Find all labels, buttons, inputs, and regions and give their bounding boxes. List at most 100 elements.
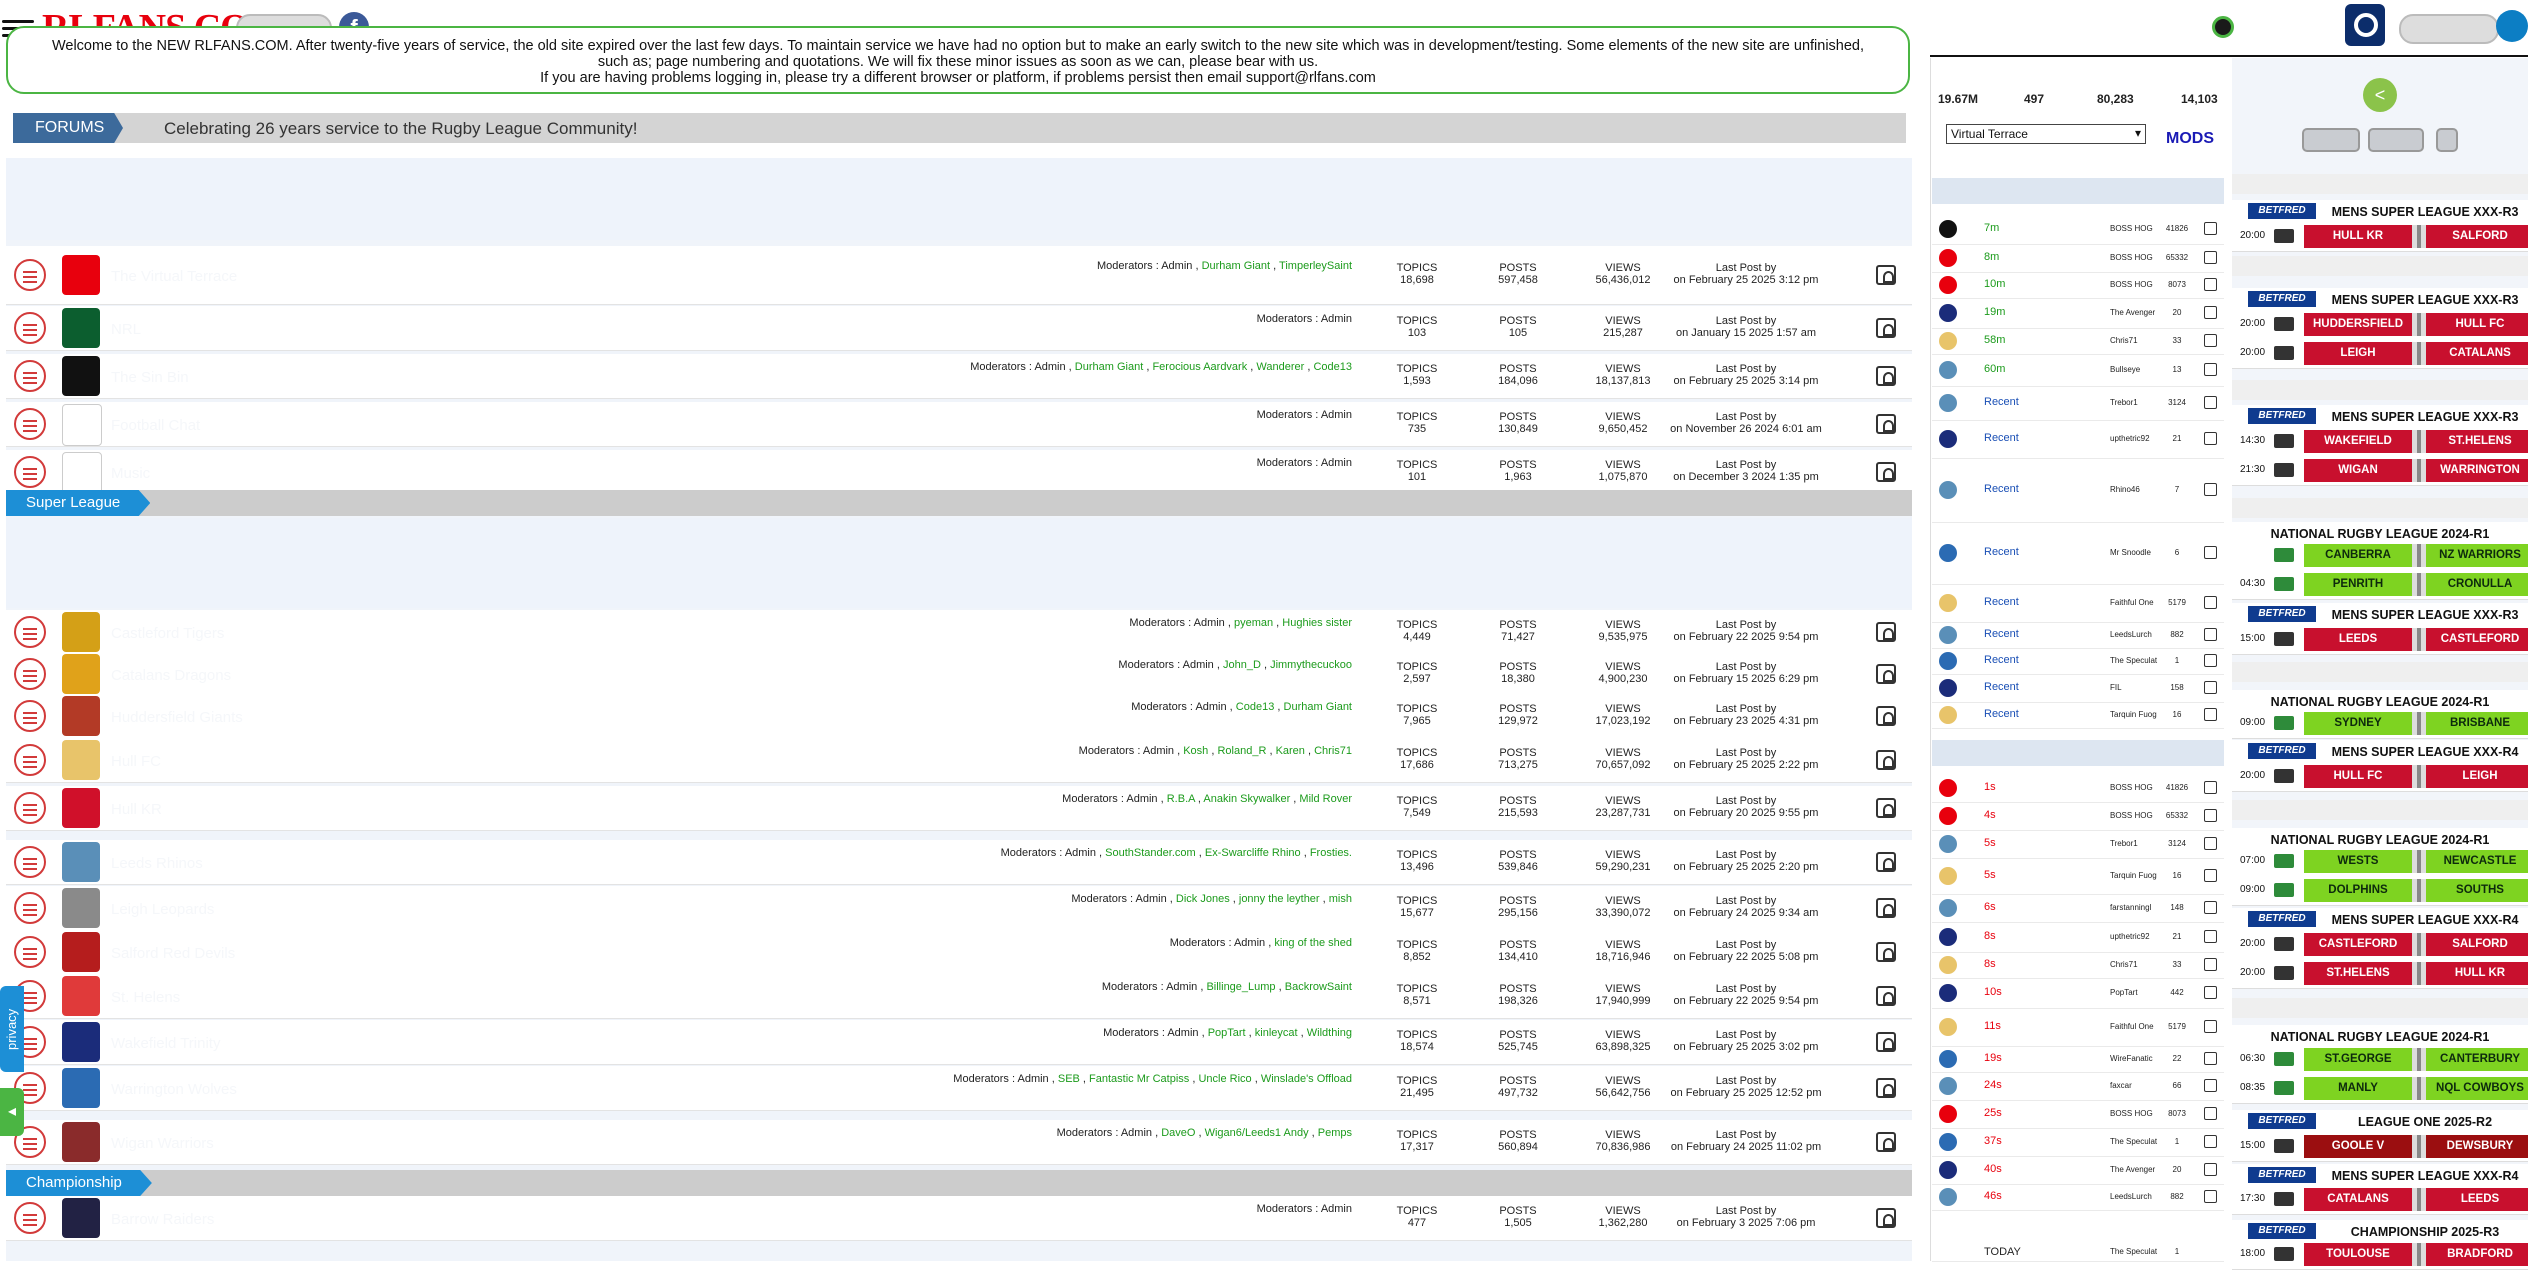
moderator-admin[interactable]: Admin <box>1034 361 1065 373</box>
moderator-link[interactable]: PopTart <box>1208 1027 1246 1039</box>
fixture-row[interactable]: 18:00 TOULOUSE BRADFORD <box>2232 1240 2528 1270</box>
post-author[interactable]: upthetric92 <box>2110 434 2158 443</box>
forum-row[interactable]: Leeds Rhinos Moderators : Admin , SouthSt… <box>6 840 1912 885</box>
fixture-row[interactable]: 07:00 WESTS NEWCASTLE <box>2232 847 2528 877</box>
away-team[interactable]: BRISBANE <box>2426 712 2528 735</box>
moderator-admin[interactable]: Admin <box>1321 409 1352 421</box>
recent-row[interactable]: 10s PopTart 442 <box>1932 978 2224 1009</box>
forum-name[interactable]: The Sin Bin <box>111 369 189 386</box>
post-author[interactable]: Mr Snoodle <box>2110 548 2158 557</box>
away-team[interactable]: NZ WARRIORS <box>2426 544 2528 567</box>
open-thread-icon[interactable] <box>2204 708 2217 721</box>
section-label[interactable]: Super League <box>6 490 151 516</box>
forum-name[interactable]: Huddersfield Giants <box>111 709 243 726</box>
post-author[interactable]: Bullseye <box>2110 365 2158 374</box>
away-team[interactable]: CATALANS <box>2426 342 2528 365</box>
away-team[interactable]: CASTLEFORD <box>2426 628 2528 651</box>
open-thread-icon[interactable] <box>2204 483 2217 496</box>
moderator-link[interactable]: Winslade's Offload <box>1261 1073 1352 1085</box>
fixture-row[interactable]: 09:00 SYDNEY BRISBANE <box>2232 709 2528 739</box>
open-thread-icon[interactable] <box>2204 306 2217 319</box>
post-author[interactable]: BOSS HOG <box>2110 811 2158 820</box>
post-author[interactable]: BOSS HOG <box>2110 224 2158 233</box>
forum-name[interactable]: NRL <box>111 321 141 338</box>
moderator-admin[interactable]: Admin <box>1194 617 1225 629</box>
moderator-link[interactable]: R.B.A <box>1167 793 1195 805</box>
fixture-row[interactable]: 06:30 ST.GEORGE CANTERBURY <box>2232 1045 2528 1075</box>
open-thread-icon[interactable] <box>2204 654 2217 667</box>
recent-row[interactable]: 10m BOSS HOG 8073 <box>1932 272 2224 299</box>
open-thread-icon[interactable] <box>2204 1163 2217 1176</box>
post-author[interactable]: Chris71 <box>2110 336 2158 345</box>
recent-row[interactable]: 19m The Avenger 20 <box>1932 298 2224 329</box>
user-avatar-icon[interactable] <box>2345 4 2385 46</box>
home-team[interactable]: ST.HELENS <box>2304 962 2412 985</box>
away-team[interactable]: ST.HELENS <box>2426 430 2528 453</box>
last-post[interactable]: Last Post by on February 25 2025 2:20 pm <box>1646 849 1846 873</box>
subscribe-icon[interactable] <box>1876 318 1896 338</box>
recent-row[interactable]: 5s Trebor1 3124 <box>1932 830 2224 859</box>
open-thread-icon[interactable] <box>2204 869 2217 882</box>
recent-row[interactable]: 40s The Avenger 20 <box>1932 1156 2224 1185</box>
forum-row[interactable]: Catalans Dragons Moderators : Admin , Joh… <box>6 652 1912 697</box>
forum-name[interactable]: The Virtual Terrace <box>111 268 237 285</box>
recent-row[interactable]: 8s upthetric92 21 <box>1932 922 2224 953</box>
open-thread-icon[interactable] <box>2204 1020 2217 1033</box>
open-thread-icon[interactable] <box>2204 222 2217 235</box>
moderator-link[interactable]: DaveO <box>1161 1127 1195 1139</box>
open-thread-icon[interactable] <box>2204 1190 2217 1203</box>
home-team[interactable]: TOULOUSE <box>2304 1243 2412 1266</box>
recent-row[interactable]: Recent Rhino46 7 <box>1932 458 2224 523</box>
post-author[interactable]: The Speculat <box>2110 1137 2158 1146</box>
moderator-admin[interactable]: Admin <box>1143 745 1174 757</box>
moderator-link[interactable]: Hughies sister <box>1282 617 1352 629</box>
forum-row[interactable]: Warrington Wolves Moderators : Admin , SE… <box>6 1066 1912 1111</box>
open-thread-icon[interactable] <box>2204 781 2217 794</box>
open-thread-icon[interactable] <box>2204 628 2217 641</box>
forum-row[interactable]: Music Moderators : Admin TOPICS 101 POSTS 1,9… <box>6 450 1912 495</box>
moderator-link[interactable]: Wanderer <box>1256 361 1304 373</box>
forum-name[interactable]: Castleford Tigers <box>111 625 224 642</box>
forum-row[interactable]: Barrow Raiders Moderators : Admin TOPICS 47… <box>6 1196 1912 1241</box>
moderator-link[interactable]: Billinge_Lump <box>1206 981 1275 993</box>
moderator-link[interactable]: Code13 <box>1313 361 1352 373</box>
home-team[interactable]: MANLY <box>2304 1077 2412 1100</box>
open-thread-icon[interactable] <box>2204 396 2217 409</box>
moderator-link[interactable]: SEB <box>1058 1073 1080 1085</box>
fixture-row[interactable]: 20:00 CASTLEFORD SALFORD <box>2232 930 2528 960</box>
moderator-link[interactable]: Mild Rover <box>1299 793 1352 805</box>
open-thread-icon[interactable] <box>2204 958 2217 971</box>
moderator-admin[interactable]: Admin <box>1065 847 1096 859</box>
forum-name[interactable]: Leigh Leopards <box>111 901 214 918</box>
subscribe-icon[interactable] <box>1876 986 1896 1006</box>
subscribe-icon[interactable] <box>1876 265 1896 285</box>
moderator-link[interactable]: Roland_R <box>1217 745 1266 757</box>
recent-row[interactable]: 11s Faithful One 5179 <box>1932 1008 2224 1047</box>
open-thread-icon[interactable] <box>2204 1052 2217 1065</box>
share-icon[interactable]: < <box>2363 78 2397 112</box>
forum-name[interactable]: Wigan Warriors <box>111 1135 214 1152</box>
moderator-link[interactable]: jonny the leyther <box>1239 893 1320 905</box>
away-team[interactable]: BRADFORD <box>2426 1243 2528 1266</box>
away-team[interactable]: LEIGH <box>2426 765 2528 788</box>
last-post[interactable]: Last Post by on February 22 2025 5:08 pm <box>1646 939 1846 963</box>
fixture-row[interactable]: 14:30 WAKEFIELD ST.HELENS <box>2232 427 2528 457</box>
forum-name[interactable]: Salford Red Devils <box>111 945 235 962</box>
post-author[interactable]: farstanningl <box>2110 903 2158 912</box>
subscribe-icon[interactable] <box>1876 414 1896 434</box>
moderator-link[interactable]: BackrowSaint <box>1285 981 1352 993</box>
last-post[interactable]: Last Post by on February 25 2025 3:12 pm <box>1646 262 1846 286</box>
fixture-row[interactable]: 08:35 MANLY NQL COWBOYS <box>2232 1074 2528 1104</box>
recent-row[interactable]: 25s BOSS HOG 8073 <box>1932 1100 2224 1129</box>
forum-row[interactable]: Hull FC Moderators : Admin , Kosh , Rolan… <box>6 738 1912 783</box>
privacy-tab[interactable]: privacy <box>0 986 24 1072</box>
fixture-row[interactable]: 20:00 HUDDERSFIELD HULL FC <box>2232 310 2528 340</box>
recent-row[interactable]: 37s The Speculat 1 <box>1932 1128 2224 1157</box>
forum-row[interactable]: Salford Red Devils Moderators : Admin , k… <box>6 930 1912 975</box>
recent-row[interactable]: Recent FIL 158 <box>1932 674 2224 703</box>
forum-row[interactable]: St. Helens Moderators : Admin , Billinge_… <box>6 974 1912 1019</box>
home-team[interactable]: HUDDERSFIELD <box>2304 313 2412 336</box>
open-thread-icon[interactable] <box>2204 930 2217 943</box>
fixture-row[interactable]: 20:00 HULL KR SALFORD <box>2232 222 2528 252</box>
moderator-link[interactable]: Karen <box>1276 745 1305 757</box>
